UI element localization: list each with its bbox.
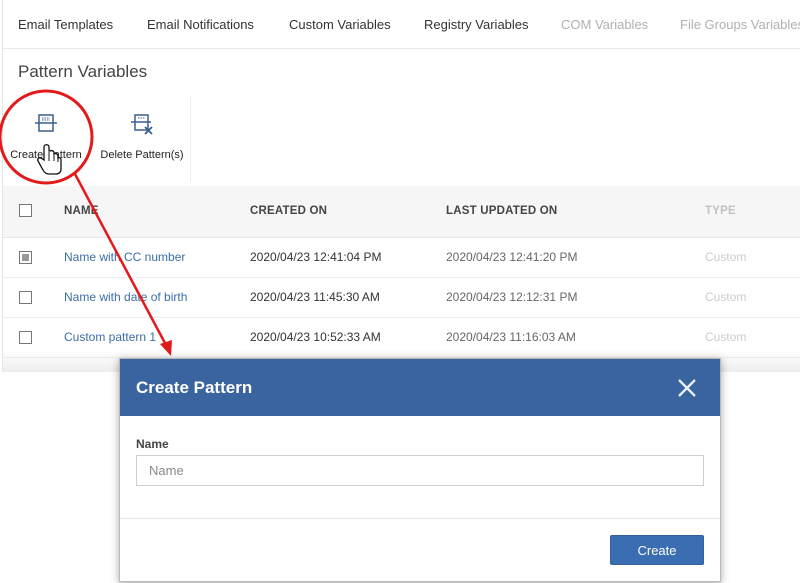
column-header-name[interactable]: NAME: [64, 205, 99, 217]
create-pattern-button[interactable]: Create Pattern: [3, 96, 91, 182]
table-row[interactable]: Name with date of birth 2020/04/23 11:45…: [3, 278, 800, 318]
row-checkbox[interactable]: [19, 331, 32, 344]
pattern-name-link[interactable]: Name with date of birth: [64, 290, 187, 304]
tab-com-variables[interactable]: COM Variables: [561, 17, 648, 32]
tab-file-groups-variables[interactable]: File Groups Variables: [680, 17, 800, 32]
pattern-variables-panel: Email Templates Email Notifications Cust…: [2, 0, 800, 372]
create-button[interactable]: Create: [610, 535, 704, 565]
dialog-title: Create Pattern: [136, 378, 253, 397]
name-input[interactable]: [136, 455, 704, 486]
type-cell: Custom: [705, 290, 747, 304]
toolbar: Create Pattern Delete Pattern(s): [3, 96, 191, 182]
created-on-cell: 2020/04/23 10:52:33 AM: [250, 330, 381, 344]
tab-email-notifications[interactable]: Email Notifications: [147, 17, 254, 32]
table-row[interactable]: Custom pattern 1 2020/04/23 10:52:33 AM …: [3, 318, 800, 358]
create-pattern-dialog: Create Pattern Name Create: [119, 358, 721, 582]
tab-custom-variables[interactable]: Custom Variables: [289, 17, 391, 32]
page-title: Pattern Variables: [18, 62, 148, 81]
created-on-cell: 2020/04/23 11:45:30 AM: [250, 290, 380, 304]
column-header-last-updated-on[interactable]: LAST UPDATED ON: [446, 205, 557, 217]
type-cell: Custom: [705, 330, 747, 344]
tab-email-templates[interactable]: Email Templates: [18, 17, 113, 32]
column-header-created-on[interactable]: CREATED ON: [250, 205, 327, 217]
select-all-checkbox[interactable]: [19, 204, 32, 217]
column-header-type[interactable]: TYPE: [705, 205, 736, 217]
pattern-name-link[interactable]: Custom pattern 1: [64, 330, 156, 344]
last-updated-cell: 2020/04/23 11:16:03 AM: [446, 330, 576, 344]
last-updated-cell: 2020/04/23 12:41:20 PM: [446, 250, 578, 264]
table-row[interactable]: Name with CC number 2020/04/23 12:41:04 …: [3, 238, 800, 278]
pattern-name-link[interactable]: Name with CC number: [64, 250, 185, 264]
last-updated-cell: 2020/04/23 12:12:31 PM: [446, 290, 578, 304]
delete-patterns-label: Delete Pattern(s): [100, 149, 184, 161]
delete-patterns-button[interactable]: Delete Pattern(s): [97, 96, 187, 182]
create-pattern-icon: [35, 114, 57, 132]
screenshot-stage: Email Templates Email Notifications Cust…: [0, 0, 800, 583]
type-cell: Custom: [705, 250, 747, 264]
created-on-cell: 2020/04/23 12:41:04 PM: [250, 250, 382, 264]
table-header: NAME CREATED ON LAST UPDATED ON TYPE: [3, 186, 800, 238]
dialog-header: Create Pattern: [120, 359, 720, 416]
row-checkbox[interactable]: [19, 251, 32, 264]
close-icon[interactable]: [676, 377, 698, 399]
dialog-body: Name: [120, 416, 720, 519]
tab-registry-variables[interactable]: Registry Variables: [424, 17, 529, 32]
row-checkbox[interactable]: [19, 291, 32, 304]
tab-bar: Email Templates Email Notifications Cust…: [3, 0, 800, 49]
name-field-label: Name: [136, 437, 169, 451]
delete-pattern-icon: [131, 114, 153, 135]
create-pattern-label: Create Pattern: [10, 149, 82, 161]
